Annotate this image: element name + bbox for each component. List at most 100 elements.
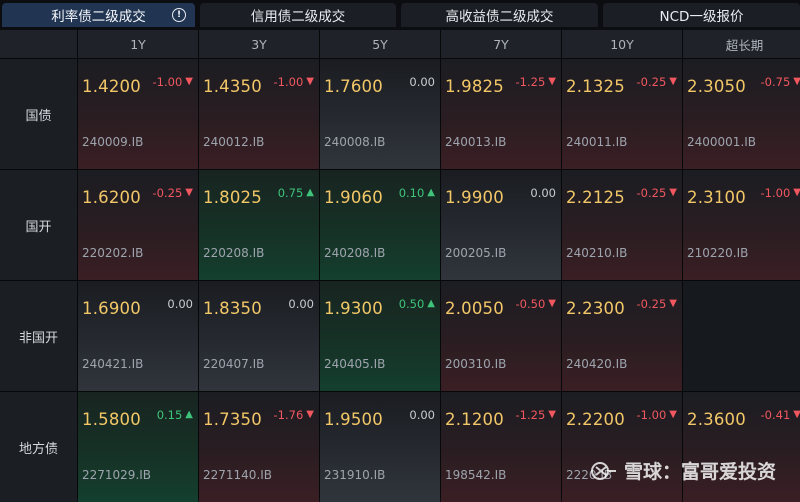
change-value: -0.50 ▼ xyxy=(516,297,556,311)
quote-cell[interactable]: 2.0050 -0.50 ▼ 200310.IB xyxy=(441,281,561,391)
change-text: 0.00 xyxy=(409,75,435,89)
bond-code: 240208.IB xyxy=(324,246,386,260)
arrow-down-icon: ▼ xyxy=(793,409,800,420)
change-text: -1.25 xyxy=(515,75,546,89)
quote-cell[interactable]: 2.3100 -1.00 ▼ 210220.IB xyxy=(683,170,800,280)
column-header-6: 超长期 xyxy=(683,30,800,58)
bond-code: 240009.IB xyxy=(82,135,144,149)
quote-cell[interactable]: 1.4200 -1.00 ▼ 240009.IB xyxy=(78,59,198,169)
bond-code: 240210.IB xyxy=(566,246,628,260)
change-text: 0.10 xyxy=(398,186,425,200)
quote-cell[interactable]: 1.5800 0.15 ▲ 2271029.IB xyxy=(78,392,198,502)
column-header-2: 3Y xyxy=(199,30,319,58)
arrow-down-icon: ▼ xyxy=(793,187,800,198)
arrow-down-icon: ▼ xyxy=(548,76,556,87)
info-icon[interactable]: ! xyxy=(172,8,186,22)
change-value: -1.00 ▼ xyxy=(637,408,677,422)
change-text: -1.00 xyxy=(152,75,183,89)
tab-high-yield-secondary[interactable]: 高收益债二级成交 xyxy=(401,3,598,27)
bond-code: 240405.IB xyxy=(324,357,386,371)
bond-code: 240013.IB xyxy=(445,135,507,149)
quote-cell[interactable]: 1.9300 0.50 ▲ 240405.IB xyxy=(320,281,440,391)
empty-cell xyxy=(683,281,800,391)
arrow-down-icon: ▼ xyxy=(548,298,556,309)
arrow-down-icon: ▼ xyxy=(669,76,677,87)
yield-value: 1.9825 xyxy=(445,77,504,96)
change-value: -0.41 ▼ xyxy=(761,408,800,422)
change-text: 0.00 xyxy=(530,186,556,200)
quote-cell[interactable]: 1.8025 0.75 ▲ 220208.IB xyxy=(199,170,319,280)
tab-ncd-primary[interactable]: NCD一级报价 xyxy=(603,3,800,27)
bond-code: 2271029.IB xyxy=(82,468,152,482)
arrow-down-icon: ▼ xyxy=(185,187,193,198)
change-value: 0.15 ▲ xyxy=(157,408,193,422)
row-label: 国开 xyxy=(0,170,77,280)
quote-cell[interactable]: 1.7350 -1.76 ▼ 2271140.IB xyxy=(199,392,319,502)
change-text: -0.75 xyxy=(760,75,791,89)
quote-cell[interactable]: 2.2300 -0.25 ▼ 240420.IB xyxy=(562,281,682,391)
change-value: 0.00 xyxy=(409,75,435,89)
yield-value: 1.8025 xyxy=(203,188,262,207)
arrow-down-icon: ▼ xyxy=(306,76,314,87)
quote-cell[interactable]: 1.6900 0.00 240421.IB xyxy=(78,281,198,391)
change-value: -1.00 ▼ xyxy=(761,186,800,200)
quote-cell[interactable]: 1.9060 0.10 ▲ 240208.IB xyxy=(320,170,440,280)
change-text: -1.00 xyxy=(273,75,304,89)
quote-cell[interactable]: 1.9500 0.00 231910.IB xyxy=(320,392,440,502)
tab-bar: 利率债二级成交 ! 信用债二级成交 高收益债二级成交 NCD一级报价 xyxy=(0,0,800,30)
change-value: 0.50 ▲ xyxy=(399,297,435,311)
yield-value: 1.7600 xyxy=(324,77,383,96)
yield-value: 2.2300 xyxy=(566,299,625,318)
change-value: -1.00 ▼ xyxy=(274,75,314,89)
change-value: -1.76 ▼ xyxy=(274,408,314,422)
change-text: -0.25 xyxy=(636,75,667,89)
tab-credit-secondary[interactable]: 信用债二级成交 xyxy=(200,3,396,27)
yield-value: 1.6200 xyxy=(82,188,141,207)
yield-value: 1.9300 xyxy=(324,299,383,318)
quote-cell[interactable]: 2.3600 -0.41 ▼ xyxy=(683,392,800,502)
bond-code: 220202.IB xyxy=(82,246,144,260)
bond-code: 2220.IB xyxy=(566,468,613,482)
quote-cell[interactable]: 2.3050 -0.75 ▼ 2400001.IB xyxy=(683,59,800,169)
quote-cell[interactable]: 1.9825 -1.25 ▼ 240013.IB xyxy=(441,59,561,169)
quote-cell[interactable]: 1.7600 0.00 240008.IB xyxy=(320,59,440,169)
change-value: -0.25 ▼ xyxy=(153,186,193,200)
yield-value: 2.0050 xyxy=(445,299,504,318)
quote-cell[interactable]: 2.1325 -0.25 ▼ 240011.IB xyxy=(562,59,682,169)
arrow-down-icon: ▼ xyxy=(306,409,314,420)
change-value: 0.00 xyxy=(167,297,193,311)
change-text: 0.00 xyxy=(288,297,314,311)
quote-cell[interactable]: 1.4350 -1.00 ▼ 240012.IB xyxy=(199,59,319,169)
quote-cell[interactable]: 2.2200 -1.00 ▼ 2220.IB xyxy=(562,392,682,502)
yield-value: 1.4350 xyxy=(203,77,262,96)
bond-code: 240420.IB xyxy=(566,357,628,371)
yield-value: 2.3600 xyxy=(687,410,746,429)
tab-label: 信用债二级成交 xyxy=(250,9,346,25)
arrow-up-icon: ▲ xyxy=(185,409,193,420)
quote-cell[interactable]: 2.2125 -0.25 ▼ 240210.IB xyxy=(562,170,682,280)
column-header-4: 7Y xyxy=(441,30,561,58)
bond-code: 200205.IB xyxy=(445,246,507,260)
bond-code: 220407.IB xyxy=(203,357,265,371)
arrow-down-icon: ▼ xyxy=(669,187,677,198)
yield-value: 1.5800 xyxy=(82,410,141,429)
quote-cell[interactable]: 1.6200 -0.25 ▼ 220202.IB xyxy=(78,170,198,280)
corner-header xyxy=(0,30,77,58)
quote-cell[interactable]: 1.8350 0.00 220407.IB xyxy=(199,281,319,391)
arrow-down-icon: ▼ xyxy=(669,298,677,309)
change-text: -1.00 xyxy=(760,186,791,200)
change-text: -1.25 xyxy=(515,408,546,422)
quote-cell[interactable]: 2.1200 -1.25 ▼ 198542.IB xyxy=(441,392,561,502)
quote-cell[interactable]: 1.9900 0.00 200205.IB xyxy=(441,170,561,280)
bond-code: 240421.IB xyxy=(82,357,144,371)
yield-value: 1.9500 xyxy=(324,410,383,429)
yield-value: 2.3050 xyxy=(687,77,746,96)
change-text: -1.00 xyxy=(636,408,667,422)
column-header-1: 1Y xyxy=(78,30,198,58)
change-text: 0.00 xyxy=(409,408,435,422)
arrow-down-icon: ▼ xyxy=(185,76,193,87)
tab-rates-secondary[interactable]: 利率债二级成交 ! xyxy=(2,3,195,27)
change-value: 0.00 xyxy=(530,186,556,200)
yield-value: 1.6900 xyxy=(82,299,141,318)
change-value: -1.25 ▼ xyxy=(516,75,556,89)
